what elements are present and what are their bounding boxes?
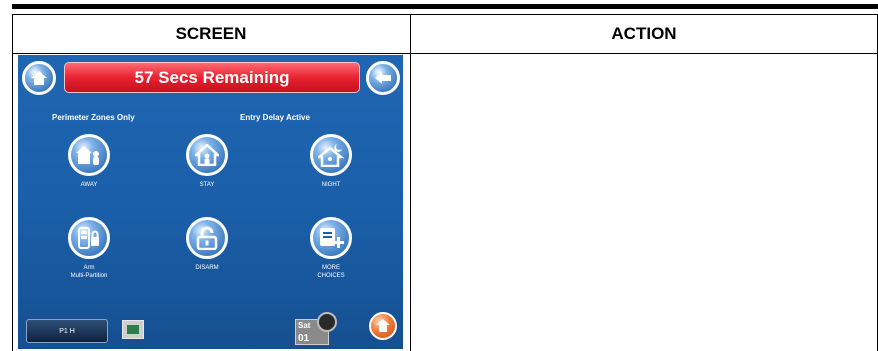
status-entry-delay: Entry Delay Active	[240, 113, 310, 122]
status-perimeter-zones: Perimeter Zones Only	[52, 113, 135, 122]
multi-partition-label-line: Multi-Partition	[70, 273, 108, 279]
away-label: AWAY	[80, 182, 98, 188]
unlock-icon	[196, 226, 218, 250]
multi-partition-icon	[78, 227, 99, 249]
night-label: NIGHT	[321, 182, 341, 188]
arm-multi-partition-label: Arm Multi-Partition	[49, 264, 129, 280]
day-number: 01	[298, 333, 310, 344]
choices-label-line: CHOICES	[317, 273, 345, 279]
arm-label-line: Arm	[83, 265, 95, 271]
more-choices-icon	[320, 228, 344, 248]
page-top-rule	[12, 4, 878, 9]
disarm-label: DISARM	[195, 265, 219, 271]
clock-icon	[317, 312, 337, 332]
more-choices-label: MORE CHOICES	[301, 264, 361, 280]
away-house-icon	[76, 146, 99, 165]
table-column-divider	[410, 14, 411, 351]
night-button[interactable]	[310, 134, 352, 176]
disarm-button[interactable]	[186, 217, 228, 259]
back-button[interactable]	[366, 61, 400, 95]
stay-house-icon	[195, 144, 219, 166]
more-label-line: MORE	[322, 265, 340, 271]
table-header-divider	[12, 53, 878, 54]
emergency-button[interactable]	[369, 312, 397, 340]
home-icon	[31, 71, 47, 85]
table-left-border	[12, 14, 13, 351]
partition-button[interactable]: P1 H	[26, 319, 108, 343]
camera-preview-icon	[127, 325, 139, 334]
emergency-icon	[376, 319, 390, 332]
stay-label: STAY	[199, 182, 215, 188]
countdown-banner: 57 Secs Remaining	[64, 62, 360, 93]
away-button[interactable]	[68, 134, 110, 176]
column-header-screen: SCREEN	[175, 23, 247, 43]
keypad-screen: 57 Secs Remaining Perimeter Zones Only E…	[18, 55, 403, 349]
day-of-week: Sat	[298, 321, 311, 330]
stay-button[interactable]	[186, 134, 228, 176]
more-choices-button[interactable]	[310, 217, 352, 259]
column-header-action: ACTION	[611, 23, 677, 43]
home-button[interactable]	[22, 61, 56, 95]
night-house-icon	[318, 144, 344, 167]
back-arrow-icon	[375, 72, 391, 84]
arm-multi-partition-button[interactable]	[68, 217, 110, 259]
camera-thumbnail[interactable]	[122, 320, 144, 339]
